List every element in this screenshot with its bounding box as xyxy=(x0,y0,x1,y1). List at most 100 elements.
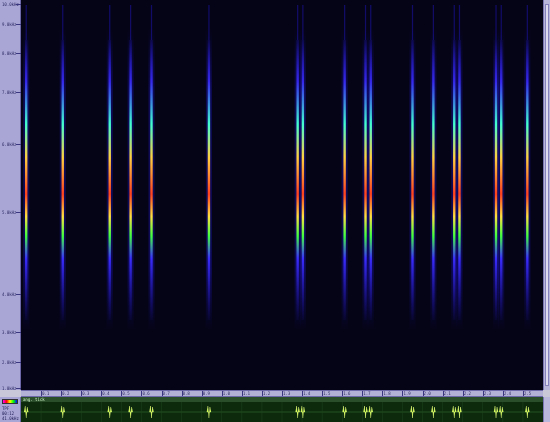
waveform-burst xyxy=(149,405,154,419)
time-tick: 1.8 xyxy=(382,391,391,396)
freq-tick: 5.0kHz xyxy=(2,210,22,215)
freq-tick-bottom: 1.0kHz xyxy=(2,386,22,391)
call-tail xyxy=(370,5,372,40)
waveform-burst xyxy=(431,405,436,419)
info-rate: 41.0kHz xyxy=(2,416,19,421)
call-tail xyxy=(62,5,64,40)
waveform-burst xyxy=(128,405,133,419)
time-tick: 1.3 xyxy=(281,391,291,396)
info-panel: TPF 00:12 41.0kHz xyxy=(0,397,21,422)
time-tick: 2.3 xyxy=(482,391,491,396)
time-tick: 0.6 xyxy=(141,391,150,396)
spectrogram-canvas xyxy=(23,5,531,330)
time-tick: 1.9 xyxy=(402,391,411,396)
call-tail xyxy=(432,5,434,40)
waveform-burst xyxy=(525,405,530,419)
call-tail xyxy=(500,5,502,40)
call-streak xyxy=(432,40,435,320)
waveform-burst xyxy=(23,405,29,419)
waveform-burst xyxy=(107,405,112,419)
time-tick: 0.4 xyxy=(101,391,110,396)
time-tick: 0.3 xyxy=(81,391,90,396)
freq-tick: 9.0kHz xyxy=(2,22,22,27)
time-tick: 2.2 xyxy=(462,391,471,396)
freq-tick: 7.0kHz xyxy=(2,90,22,95)
time-tick: 1.1 xyxy=(241,391,251,396)
time-tick: 2.4 xyxy=(502,391,512,396)
call-streak xyxy=(369,40,372,320)
call-streak xyxy=(129,40,132,320)
call-streak xyxy=(458,40,461,320)
waveform-burst xyxy=(363,405,368,419)
time-tick: 2.0 xyxy=(422,391,431,396)
time-tick: 2.1 xyxy=(442,391,451,396)
time-tick: 1.6 xyxy=(342,391,351,396)
call-tail xyxy=(25,5,27,40)
waveform-burst xyxy=(368,405,373,419)
call-tail xyxy=(411,5,414,40)
call-tail xyxy=(109,5,111,40)
call-tail xyxy=(150,5,153,40)
time-tick: 0.8 xyxy=(181,391,190,396)
time-tick: 0.9 xyxy=(201,391,210,396)
call-streak xyxy=(108,40,111,320)
call-tail xyxy=(495,5,497,40)
call-streak xyxy=(61,40,64,320)
waveform-burst xyxy=(493,405,499,419)
waveform-scrollbar[interactable] xyxy=(543,397,550,422)
time-tick: 1.7 xyxy=(362,391,371,396)
call-streak xyxy=(411,40,414,320)
waveform-burst xyxy=(295,405,300,419)
scrollbar-thumb[interactable] xyxy=(545,4,549,386)
frequency-scale: 10.0kHz 9.0kHz 8.0kHz 7.0kHz 6.0kHz 5.0k… xyxy=(0,0,22,391)
time-tick: 1.4 xyxy=(302,391,311,396)
call-streak xyxy=(150,40,153,320)
freq-tick: 4.0kHz xyxy=(2,292,22,297)
color-scale-legend xyxy=(2,399,18,404)
call-tail xyxy=(208,5,210,40)
waveform-view[interactable]: ang. tick xyxy=(21,397,543,422)
time-tick: 2.5 xyxy=(522,391,532,396)
freq-tick: 2.0kHz xyxy=(2,360,22,365)
vertical-scrollbar[interactable] xyxy=(543,0,550,390)
waveform-burst xyxy=(452,405,457,419)
freq-tick: 8.0kHz xyxy=(2,51,22,56)
waveform-burst xyxy=(410,405,415,419)
call-tail xyxy=(130,5,132,40)
call-tail xyxy=(344,5,346,40)
app-window: 10.0kHz 9.0kHz 8.0kHz 7.0kHz 6.0kHz 5.0k… xyxy=(0,0,550,422)
time-ruler: 0.1 0.2 0.3 0.4 0.5 0.6 0.7 0.8 0.9 1.0 1.1 1.2 1.3 1… xyxy=(21,390,543,397)
call-tail xyxy=(458,5,461,40)
time-tick: 0.7 xyxy=(161,391,170,396)
call-tail xyxy=(302,5,304,40)
freq-tick-top: 10.0kHz xyxy=(2,2,21,7)
call-streak xyxy=(343,40,346,320)
call-streak xyxy=(364,40,367,320)
time-tick: 1.2 xyxy=(261,391,271,396)
call-streak xyxy=(296,40,299,320)
call-streak xyxy=(207,40,211,320)
call-streak xyxy=(526,40,529,320)
waveform-burst xyxy=(206,405,212,419)
time-tick: 0.2 xyxy=(61,391,70,396)
call-streak xyxy=(500,40,503,320)
call-streak xyxy=(453,40,456,320)
waveform-burst xyxy=(300,405,306,419)
freq-tick: 6.0kHz xyxy=(2,142,22,147)
freq-tick: 3.0kHz xyxy=(2,330,22,335)
time-tick: 0.1 xyxy=(41,391,50,396)
call-streak xyxy=(301,40,305,320)
time-tick: 1.0 xyxy=(221,391,230,396)
waveform-burst xyxy=(457,405,462,419)
call-tail xyxy=(526,5,528,40)
spectrogram-view[interactable] xyxy=(21,0,543,390)
waveform-burst xyxy=(342,405,347,419)
call-tail xyxy=(453,5,455,40)
call-tail xyxy=(364,5,367,40)
call-tail xyxy=(297,5,299,40)
time-tick: 1.5 xyxy=(322,391,331,396)
waveform-canvas xyxy=(21,402,543,422)
call-streak xyxy=(25,40,28,320)
time-tick: 0.5 xyxy=(121,391,130,396)
call-streak xyxy=(494,40,498,320)
